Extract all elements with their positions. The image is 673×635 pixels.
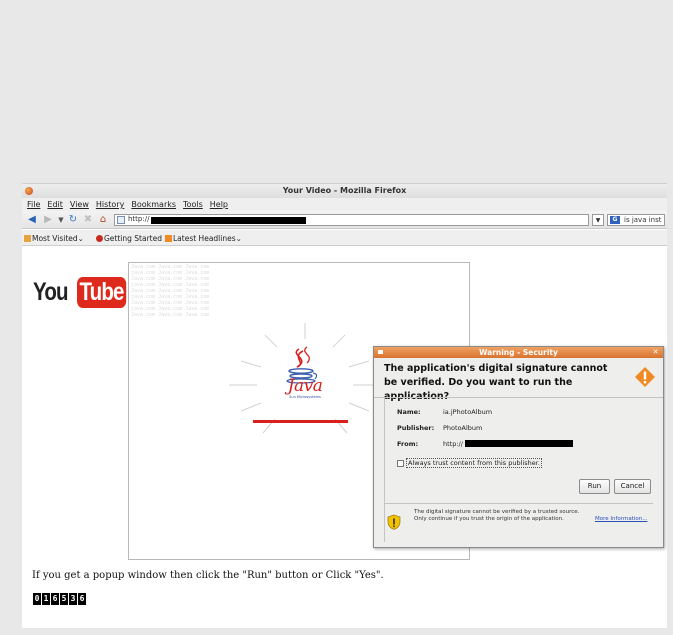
rss-icon (165, 235, 172, 242)
counter-digit: 0 (33, 593, 41, 605)
menu-view[interactable]: View (70, 200, 89, 209)
site-favicon-icon (117, 216, 125, 224)
search-engine-icon[interactable]: G (610, 216, 620, 224)
menu-edit[interactable]: Edit (47, 200, 63, 209)
youtube-logo-you: You (33, 277, 69, 306)
java-subtitle: Sun Microsystems (289, 395, 321, 399)
search-query: is java inst (624, 216, 662, 224)
dialog-titlebar[interactable]: Warning - Security ✕ (374, 347, 663, 358)
bookmark-getting-started[interactable]: Getting Started (96, 234, 162, 243)
window-titlebar: Your Video - Mozilla Firefox (22, 184, 667, 198)
dialog-title: Warning - Security (479, 348, 558, 357)
search-bar[interactable]: G is java inst (607, 214, 665, 226)
forward-arrow-icon[interactable]: ▶ (42, 214, 54, 226)
counter-digit: 6 (51, 593, 59, 605)
stop-icon[interactable]: ✖ (82, 214, 94, 226)
bookmark-latest-headlines[interactable]: Latest Headlines⌄ (165, 234, 242, 243)
page-content: You Tube Java.com Java.com Java.com java… (22, 247, 667, 628)
firefox-bookmark-icon (96, 235, 103, 242)
url-redaction (151, 217, 306, 224)
from-row: From: http:// (397, 440, 573, 448)
java-wordmark: Java (287, 376, 323, 396)
home-icon[interactable]: ⌂ (97, 214, 109, 226)
publisher-value: PhotoAlbum (443, 424, 483, 432)
from-value: http:// (443, 440, 463, 448)
signature-note: The digital signature cannot be verified… (414, 509, 580, 522)
always-trust-checkbox[interactable]: Always trust content from this publisher… (397, 458, 542, 468)
menu-help[interactable]: Help (210, 200, 228, 209)
menu-file[interactable]: File (27, 200, 40, 209)
counter-digit: 3 (69, 593, 77, 605)
url-text: http:// (128, 215, 150, 223)
history-dropdown-icon[interactable]: ▼ (55, 214, 67, 226)
publisher-row: Publisher: PhotoAlbum (397, 424, 482, 432)
run-button[interactable]: Run (579, 479, 610, 494)
youtube-logo[interactable]: You Tube (33, 276, 137, 308)
more-information-link[interactable]: More Information... (595, 516, 647, 522)
firefox-window: Your Video - Mozilla Firefox File Edit V… (22, 183, 667, 628)
java-red-underline (253, 420, 348, 423)
youtube-logo-tube: Tube (77, 276, 127, 308)
window-title: Your Video - Mozilla Firefox (282, 186, 407, 195)
menu-tools[interactable]: Tools (183, 200, 203, 209)
reload-icon[interactable]: ↻ (67, 214, 79, 226)
dialog-body: Name: ia.jPhotoAlbum Publisher: PhotoAlbum… (384, 398, 653, 542)
bookmark-most-visited[interactable]: Most Visited⌄ (24, 234, 84, 243)
security-warning-dialog: Warning - Security ✕ The application's d… (373, 346, 664, 548)
bookmark-label: Latest Headlines (173, 234, 236, 243)
url-dropdown-icon[interactable]: ▼ (592, 214, 604, 226)
bookmarks-toolbar: Most Visited⌄ Getting Started Latest Hea… (22, 230, 667, 246)
checkbox-box[interactable] (397, 459, 404, 467)
dialog-separator (385, 503, 653, 504)
close-icon[interactable]: ✕ (651, 348, 660, 357)
menu-history[interactable]: History (96, 200, 124, 209)
counter-digit: 5 (60, 593, 68, 605)
hit-counter: 0 1 6 5 3 6 (33, 593, 86, 605)
shield-warning-icon (387, 514, 401, 530)
cancel-button[interactable]: Cancel (614, 479, 651, 494)
folder-icon (24, 235, 31, 242)
back-arrow-icon[interactable]: ◀ (26, 214, 38, 226)
counter-digit: 6 (78, 593, 86, 605)
java-brand: Java Sun Microsystems (275, 376, 335, 399)
url-bar[interactable]: http:// (114, 214, 589, 226)
always-trust-label[interactable]: Always trust content from this publisher… (406, 458, 542, 468)
warning-icon (635, 367, 655, 387)
name-label: Name: (397, 408, 421, 416)
bookmark-label: Getting Started (104, 234, 162, 243)
counter-digit: 1 (42, 593, 50, 605)
name-value: ia.jPhotoAlbum (443, 408, 493, 416)
name-row: Name: ia.jPhotoAlbum (397, 408, 492, 416)
from-label: From: (397, 440, 419, 448)
publisher-label: Publisher: (397, 424, 435, 432)
navigation-toolbar: ◀ ▶ ▼ ↻ ✖ ⌂ http:// ▼ G is java inst (22, 211, 667, 229)
menu-bookmarks[interactable]: Bookmarks (131, 200, 176, 209)
instructions-text: If you get a popup window then click the… (32, 570, 384, 581)
menu-bar: File Edit View History Bookmarks Tools H… (22, 198, 667, 211)
from-redaction (464, 440, 573, 447)
bookmark-label: Most Visited (32, 234, 78, 243)
